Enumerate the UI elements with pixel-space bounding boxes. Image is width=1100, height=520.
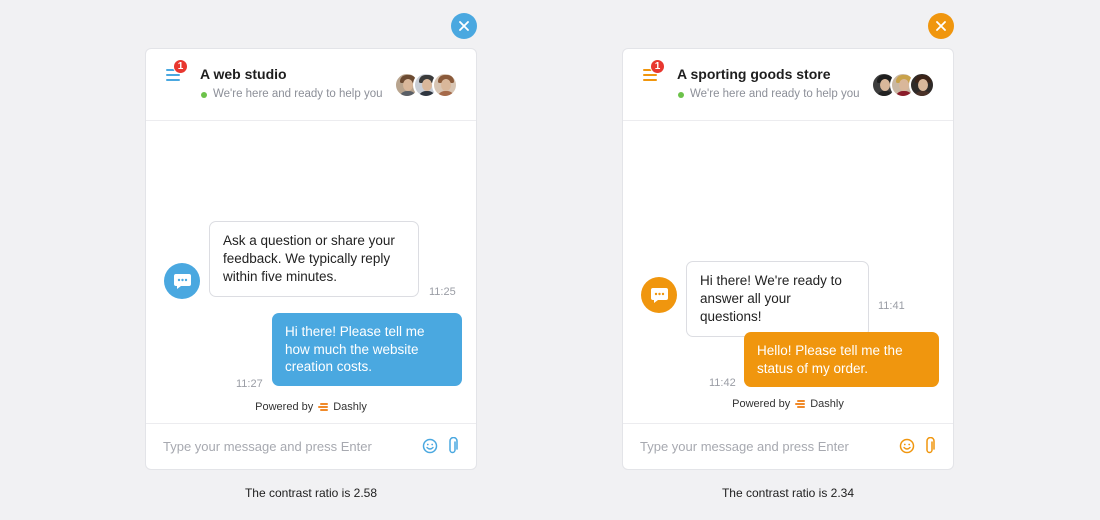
contrast-caption: The contrast ratio is 2.34 [721,486,855,500]
paperclip-icon[interactable] [923,437,937,455]
avatar [432,72,458,98]
message-time: 11:42 [709,377,736,389]
chat-widget-web-studio: 1 A web studio We're here and ready to h… [145,0,477,520]
close-icon[interactable] [928,13,954,39]
powered-by: Powered by Dashly [623,398,953,410]
chat-title: A web studio [200,66,287,82]
contrast-caption: The contrast ratio is 2.58 [244,486,378,500]
chat-widget-sporting-goods: 1 A sporting goods store We're here and … [622,0,954,520]
notification-badge: 1 [173,59,188,74]
online-status-dot [201,92,207,98]
message-time: 11:27 [236,378,263,390]
operator-avatars [394,72,458,98]
emoji-icon[interactable] [422,438,438,454]
message-time: 11:41 [878,300,905,312]
dashly-logo-icon [317,402,329,412]
powered-by-brand[interactable]: Dashly [810,398,844,410]
status-text: We're here and ready to help you [213,88,383,100]
chat-window: 1 A web studio We're here and ready to h… [145,48,477,470]
chat-header: 1 A sporting goods store We're here and … [623,49,953,121]
operator-avatars [871,72,935,98]
status-text: We're here and ready to help you [690,88,860,100]
powered-by-label: Powered by [255,401,314,413]
message-input-area [146,423,476,469]
emoji-icon[interactable] [899,438,915,454]
powered-by-brand[interactable]: Dashly [333,401,367,413]
chat-icon [164,263,200,299]
incoming-message: Ask a question or share your feedback. W… [209,221,419,297]
message-input[interactable] [163,436,403,456]
incoming-message: Hi there! We're ready to answer all your… [686,261,869,337]
chat-header: 1 A web studio We're here and ready to h… [146,49,476,121]
powered-by-label: Powered by [732,398,791,410]
chat-title: A sporting goods store [677,66,831,82]
paperclip-icon[interactable] [446,437,460,455]
notification-badge: 1 [650,59,665,74]
message-time: 11:25 [429,286,456,298]
chat-window: 1 A sporting goods store We're here and … [622,48,954,470]
avatar [909,72,935,98]
outgoing-message: Hi there! Please tell me how much the we… [272,313,462,386]
chat-icon [641,277,677,313]
online-status-dot [678,92,684,98]
message-input-area [623,423,953,469]
dashly-logo-icon [794,399,806,409]
message-input[interactable] [640,436,880,456]
powered-by: Powered by Dashly [146,401,476,413]
outgoing-message: Hello! Please tell me the status of my o… [744,332,939,387]
close-icon[interactable] [451,13,477,39]
